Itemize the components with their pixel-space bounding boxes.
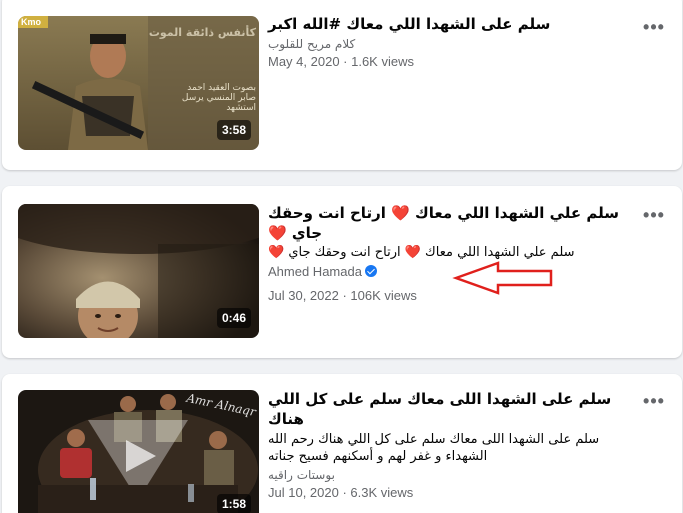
channel-name-text[interactable]: كلام مريح للقلوب (268, 37, 355, 51)
annotation-arrow-icon (452, 261, 553, 295)
view-count: 1.6K views (351, 54, 414, 69)
video-date: May 4, 2020 (268, 54, 340, 69)
video-duration: 3:58 (216, 120, 251, 140)
video-info: سلم على الشهدا اللى معاك سلم على كل اللي… (268, 389, 642, 502)
thumbnail-text-line: صابر المنسي يرسل (181, 93, 256, 103)
video-duration: 1:58 (216, 494, 251, 513)
more-options-button[interactable]: ••• (642, 206, 666, 226)
video-date: Jul 10, 2020 (268, 485, 339, 500)
video-card[interactable]: 0:46 سلم علي الشهدا اللي معاك ❤️ ارتاح ا… (2, 186, 682, 358)
video-title[interactable]: سلم على الشهدا اللي معاك #الله اكبر (268, 14, 642, 34)
video-title[interactable]: سلم علي الشهدا اللي معاك ❤️ ارتاح انت وح… (268, 203, 642, 243)
video-duration: 0:46 (216, 308, 251, 328)
thumbnail-text-line: كأنفس ذائقة الموت (148, 26, 256, 39)
video-card[interactable]: Kmo كأنفس ذائقة الموت بصوت العقيد احمد ص… (2, 0, 682, 170)
channel-name-text[interactable]: بوستات راقيه (268, 468, 335, 482)
more-options-button[interactable]: ••• (642, 392, 666, 412)
view-count: 106K views (350, 288, 417, 303)
view-count: 6.3K views (350, 485, 414, 500)
thumbnail-logo: Kmo (21, 17, 41, 27)
channel-name[interactable]: بوستات راقيه (268, 466, 642, 484)
meta-separator: · (339, 54, 352, 69)
more-options-button[interactable]: ••• (642, 18, 666, 38)
thumbnail-overlay-text: كأنفس ذائقة الموت بصوت العقيد احمد صابر … (146, 26, 256, 113)
thumbnail-text-line: بصوت العقيد احمد (187, 83, 256, 93)
video-meta: May 4, 2020 · 1.6K views (268, 53, 642, 71)
video-description: سلم على الشهدا اللى معاك سلم على كل اللي… (268, 432, 600, 464)
video-date: Jul 30, 2022 (268, 288, 339, 303)
video-thumbnail[interactable]: 0:46 (18, 204, 259, 338)
verified-badge-icon (364, 265, 377, 277)
video-title[interactable]: سلم على الشهدا اللى معاك سلم على كل اللي… (268, 389, 642, 429)
video-meta: Jul 10, 2020 · 6.3K views (268, 484, 642, 502)
channel-name-text[interactable]: Ahmed Hamada (268, 264, 362, 279)
video-thumbnail[interactable]: Amr Alnaqr 1:58 (18, 390, 259, 513)
meta-separator: · (338, 288, 351, 303)
channel-name[interactable]: كلام مريح للقلوب (268, 35, 642, 53)
video-info: سلم على الشهدا اللي معاك #الله اكبر كلام… (268, 14, 642, 71)
meta-separator: · (338, 485, 351, 500)
video-card[interactable]: Amr Alnaqr 1:58 سلم على الشهدا اللى معاك… (2, 374, 682, 513)
video-thumbnail[interactable]: Kmo كأنفس ذائقة الموت بصوت العقيد احمد ص… (18, 16, 259, 150)
thumbnail-text-line: استشهد (226, 103, 256, 113)
video-description: سلم علي الشهدا اللي معاك ❤️ ارتاح انت وح… (268, 245, 575, 260)
